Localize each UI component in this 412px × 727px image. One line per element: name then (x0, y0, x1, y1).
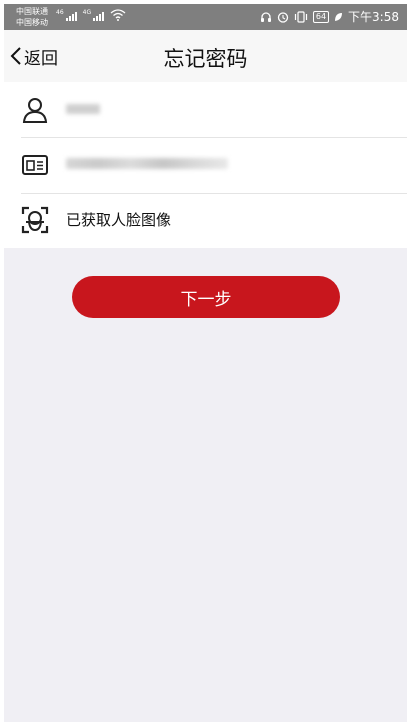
page-title: 忘记密码 (163, 47, 248, 71)
id-row[interactable] (4, 137, 407, 192)
carrier-2: 中国移动 (16, 18, 48, 27)
user-icon (22, 98, 48, 123)
vibrate-icon (294, 10, 307, 23)
face-scan-icon (21, 206, 49, 234)
id-field-redacted (66, 158, 228, 169)
signal-2-icon: 4G (83, 9, 105, 21)
carrier-1: 中国联通 (16, 7, 48, 16)
name-field-redacted (66, 104, 100, 114)
name-row[interactable] (4, 82, 407, 137)
headset-icon (260, 11, 271, 22)
battery-level: 64 (312, 10, 330, 23)
signal-icons: 46 4G (56, 9, 126, 21)
status-right: 64 下午3:58 (260, 8, 399, 25)
status-bar: 中国联通 中国移动 46 4G 64 下午3:58 (4, 4, 407, 30)
clock: 下午3:58 (348, 10, 399, 24)
form-list: 已获取人脸图像 (4, 82, 407, 248)
id-card-icon (22, 155, 48, 175)
face-status-label: 已获取人脸图像 (66, 211, 172, 229)
nav-bar: 返回 忘记密码 (4, 30, 407, 82)
carrier-names: 中国联通 中国移动 (16, 6, 48, 28)
face-row[interactable]: 已获取人脸图像 (4, 192, 407, 247)
app-screen: 中国联通 中国移动 46 4G 64 下午3:58 返回 忘记密码 已获取人脸图… (4, 4, 407, 722)
alarm-icon (277, 11, 289, 23)
signal-1-icon: 46 (56, 9, 77, 21)
leaf-icon (335, 12, 343, 21)
next-step-button[interactable]: 下一步 (72, 276, 340, 318)
wifi-icon (110, 9, 126, 21)
